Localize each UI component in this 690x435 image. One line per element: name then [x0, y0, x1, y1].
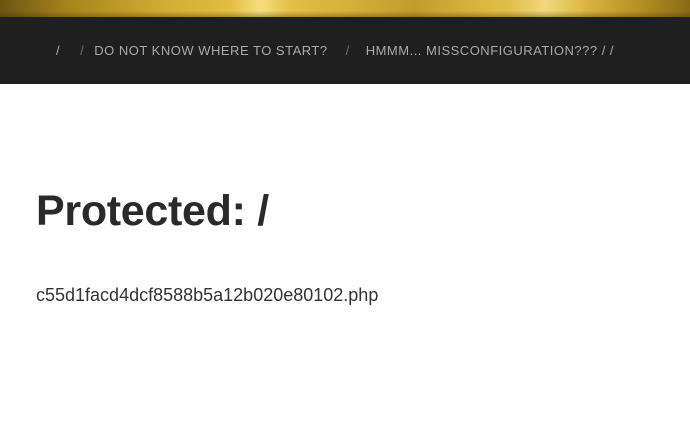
nav-item-do-not-know-where-to-start[interactable]: DO NOT KNOW WHERE TO START? [94, 43, 327, 58]
nav-separator[interactable]: / [328, 43, 366, 58]
primary-navigation: / / DO NOT KNOW WHERE TO START? / HMMM..… [0, 17, 690, 84]
post-content: c55d1facd4dcf8588b5a12b020e80102.php [36, 285, 379, 305]
navigation-menu: / / DO NOT KNOW WHERE TO START? / HMMM..… [56, 17, 614, 84]
page-title: Protected: / [36, 187, 269, 235]
nav-separator[interactable]: / [60, 43, 94, 58]
header-banner-image [0, 0, 690, 17]
nav-item-hmmm-missconfiguration[interactable]: HMMM... MISSCONFIGURATION??? / / [366, 43, 614, 58]
